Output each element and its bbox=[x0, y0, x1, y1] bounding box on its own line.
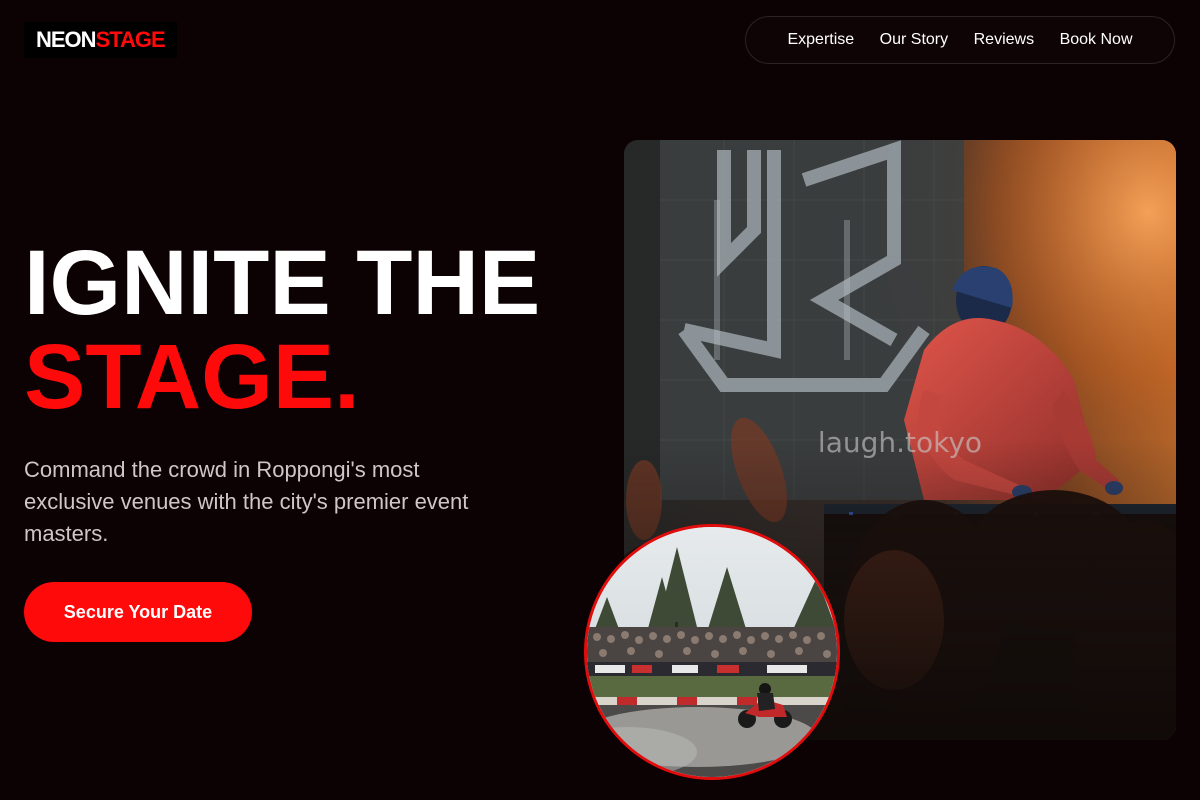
secure-date-button[interactable]: Secure Your Date bbox=[24, 582, 252, 642]
main-nav: Expertise Our Story Reviews Book Now bbox=[745, 16, 1175, 64]
photo-watermark-text: laugh.tokyo bbox=[817, 426, 983, 459]
headline-line-1: IGNITE THE bbox=[24, 232, 541, 334]
inset-photo-stunt-show bbox=[584, 524, 840, 780]
nav-link-reviews[interactable]: Reviews bbox=[974, 31, 1034, 49]
photo-watermark: laugh.tokyo bbox=[624, 426, 1176, 459]
logo[interactable]: NEON STAGE bbox=[24, 22, 177, 58]
nav-link-our-story[interactable]: Our Story bbox=[880, 31, 948, 49]
landing-page: NEON STAGE Expertise Our Story Reviews Bo… bbox=[0, 0, 1200, 800]
logo-text-neon: NEON bbox=[36, 27, 97, 52]
nav-link-book-now[interactable]: Book Now bbox=[1060, 31, 1133, 49]
headline-line-2: STAGE. bbox=[24, 326, 360, 428]
nav-link-expertise[interactable]: Expertise bbox=[787, 31, 854, 49]
stunt-show-illustration bbox=[587, 527, 837, 777]
hero-subtext: Command the crowd in Roppongi's most exc… bbox=[24, 457, 469, 546]
logo-text-stage: STAGE bbox=[95, 27, 166, 52]
hero-headline: IGNITE THE STAGE. bbox=[24, 236, 540, 424]
